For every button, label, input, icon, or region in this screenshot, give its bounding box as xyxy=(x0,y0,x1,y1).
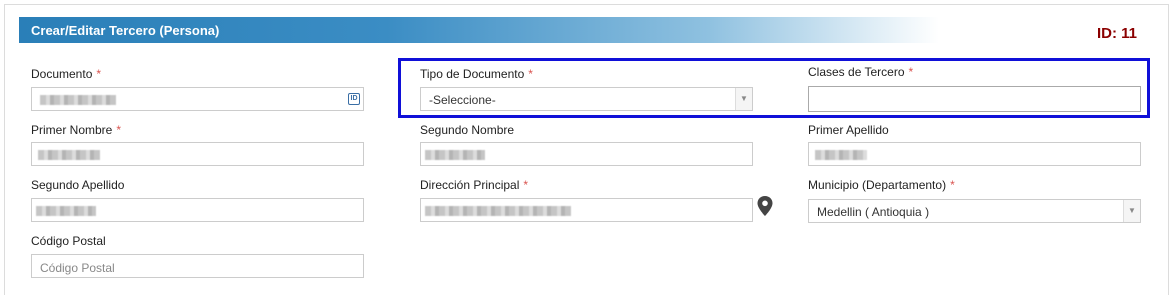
blurred-value xyxy=(815,150,867,160)
map-pin-icon[interactable] xyxy=(757,196,773,216)
municipio-value: Medellin ( Antioquia ) xyxy=(817,205,930,219)
primer-nombre-label: Primer Nombre * xyxy=(31,123,121,137)
documento-label-text: Documento xyxy=(31,67,93,81)
required-marker: * xyxy=(116,123,122,137)
codigo-postal-label: Código Postal xyxy=(31,234,106,248)
panel-header: Crear/Editar Tercero (Persona) xyxy=(19,17,939,43)
primer-nombre-label-text: Primer Nombre xyxy=(31,123,113,137)
blurred-value xyxy=(36,206,96,216)
primer-apellido-input[interactable] xyxy=(808,142,1141,166)
municipio-label: Municipio (Departamento) * xyxy=(808,178,955,192)
documento-input[interactable]: ID xyxy=(31,87,364,111)
codigo-postal-label-text: Código Postal xyxy=(31,234,106,248)
blurred-value xyxy=(40,95,116,105)
documento-label: Documento * xyxy=(31,67,101,81)
direccion-input[interactable] xyxy=(420,198,753,222)
id-card-icon[interactable]: ID xyxy=(348,93,360,105)
blurred-value xyxy=(425,206,571,216)
primer-nombre-input[interactable] xyxy=(31,142,364,166)
blurred-value xyxy=(38,150,100,160)
codigo-postal-input[interactable]: Código Postal xyxy=(31,254,364,278)
municipio-label-text: Municipio (Departamento) xyxy=(808,178,947,192)
primer-apellido-label-text: Primer Apellido xyxy=(808,123,889,137)
panel-title: Crear/Editar Tercero (Persona) xyxy=(31,23,220,38)
segundo-nombre-label: Segundo Nombre xyxy=(420,123,514,137)
segundo-apellido-label-text: Segundo Apellido xyxy=(31,178,125,192)
record-id: ID: 11 xyxy=(1097,25,1138,42)
required-marker: * xyxy=(523,178,529,192)
required-marker: * xyxy=(950,178,955,192)
primer-apellido-label: Primer Apellido xyxy=(808,123,889,137)
direccion-label-text: Dirección Principal xyxy=(420,178,520,192)
segundo-apellido-input[interactable] xyxy=(31,198,364,222)
direccion-label: Dirección Principal * xyxy=(420,178,528,192)
segundo-apellido-label: Segundo Apellido xyxy=(31,178,124,192)
segundo-nombre-input[interactable] xyxy=(420,142,753,166)
chevron-down-icon[interactable]: ▼ xyxy=(1123,200,1140,222)
segundo-nombre-label-text: Segundo Nombre xyxy=(420,123,515,137)
codigo-postal-placeholder: Código Postal xyxy=(40,261,115,275)
highlight-box xyxy=(398,58,1150,118)
blurred-value xyxy=(425,150,485,160)
required-marker: * xyxy=(96,67,102,81)
municipio-select[interactable]: Medellin ( Antioquia ) ▼ xyxy=(808,199,1141,223)
